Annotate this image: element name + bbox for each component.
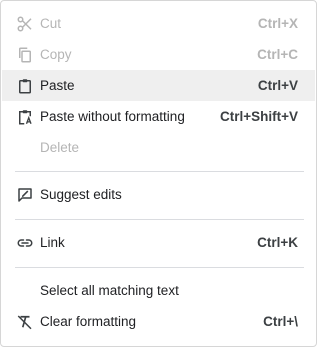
menu-item-copy[interactable]: Copy Ctrl+C xyxy=(2,39,315,70)
menu-item-paste-without-formatting[interactable]: Paste without formatting Ctrl+Shift+V xyxy=(2,101,315,132)
scissors-icon xyxy=(16,15,34,33)
menu-item-cut[interactable]: Cut Ctrl+X xyxy=(2,8,315,39)
menu-item-label: Cut xyxy=(40,16,62,31)
menu-item-label: Paste without formatting xyxy=(40,109,185,124)
menu-item-shortcut: Ctrl+Shift+V xyxy=(219,109,298,124)
menu-item-suggest-edits[interactable]: Suggest edits xyxy=(2,179,315,210)
menu-item-shortcut: Ctrl+\ xyxy=(263,314,298,329)
context-menu: Cut Ctrl+X Copy Ctrl+C Paste Ctrl+V Past… xyxy=(0,0,317,347)
menu-item-shortcut: Ctrl+V xyxy=(257,78,298,93)
menu-item-label: Link xyxy=(40,235,65,250)
menu-item-paste[interactable]: Paste Ctrl+V xyxy=(2,70,315,101)
menu-item-clear-formatting[interactable]: Clear formatting Ctrl+\ xyxy=(2,306,315,337)
clear-formatting-icon xyxy=(16,313,34,331)
clipboard-icon xyxy=(16,77,34,95)
menu-separator xyxy=(15,267,304,268)
menu-item-label: Copy xyxy=(40,47,72,62)
menu-separator xyxy=(15,171,304,172)
copy-icon xyxy=(16,46,34,64)
menu-item-label: Select all matching text xyxy=(40,283,179,298)
menu-item-label: Suggest edits xyxy=(40,187,122,202)
menu-item-link[interactable]: Link Ctrl+K xyxy=(2,227,315,258)
menu-item-label: Clear formatting xyxy=(40,314,137,329)
menu-item-shortcut: Ctrl+C xyxy=(257,47,298,62)
clipboard-text-icon xyxy=(16,108,34,126)
menu-item-select-all-matching-text[interactable]: Select all matching text xyxy=(2,275,315,306)
menu-item-delete[interactable]: Delete xyxy=(2,132,315,163)
menu-item-label: Paste xyxy=(40,78,75,93)
menu-separator xyxy=(15,219,304,220)
link-icon xyxy=(16,234,34,252)
menu-item-shortcut: Ctrl+K xyxy=(257,235,298,250)
menu-item-label: Delete xyxy=(40,140,80,155)
menu-item-shortcut: Ctrl+X xyxy=(257,16,298,31)
suggest-edit-icon xyxy=(16,186,34,204)
